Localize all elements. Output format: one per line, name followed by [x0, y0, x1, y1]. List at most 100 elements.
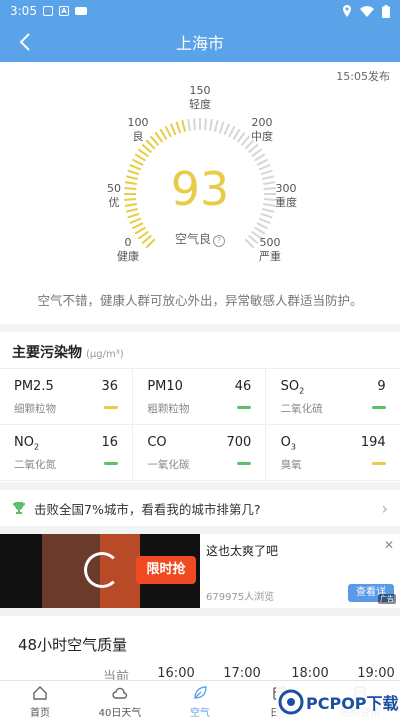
gauge-label-number: 200 — [251, 116, 273, 129]
battery-icon — [382, 4, 390, 18]
gauge-tick — [187, 118, 191, 131]
notification-square-icon — [42, 6, 53, 16]
gauge-tick — [258, 217, 271, 225]
aqi-level: 空气良? — [150, 230, 250, 247]
gauge-tick — [254, 153, 266, 162]
notification-more-icon — [74, 7, 87, 15]
gauge-tick — [254, 226, 266, 235]
pollutant-value: 46 — [234, 379, 252, 394]
pollutant-desc: 臭氧 — [280, 459, 302, 471]
pollutant-value: 194 — [360, 435, 386, 450]
pollutant-cell[interactable]: PM2.5 36 细颗粒物 — [0, 369, 133, 425]
gauge-tick — [164, 125, 172, 138]
gauge-tick — [256, 222, 269, 230]
leaf-icon — [194, 686, 207, 699]
hourly-time: 17:00 — [223, 666, 261, 681]
gauge-tick — [256, 158, 269, 166]
gauge-label-number: 50 — [107, 182, 121, 195]
gauge-tick — [137, 148, 149, 158]
gauge-tick — [251, 148, 263, 158]
gauge-label: 500 严重 — [250, 236, 290, 264]
pollutant-value: 9 — [377, 379, 386, 394]
pollutant-cell[interactable]: NO2 16 二氧化氮 — [0, 425, 133, 481]
back-button[interactable] — [10, 22, 40, 62]
hourly-title: 48小时空气质量 — [18, 636, 128, 654]
gauge-tick — [134, 226, 146, 235]
gauge-tick — [248, 143, 259, 154]
aqi-card: 15:05发布 0 健康 50 优 100 良 150 轻度 200 中度 300 重度 500 严重 9… — [0, 62, 400, 324]
watermark: PCPOP下载 — [276, 684, 400, 720]
page-title: 上海市 — [175, 34, 224, 53]
pollutant-level-bar — [237, 462, 252, 465]
pollutant-level-bar — [104, 406, 118, 409]
gauge-tick — [129, 163, 142, 171]
gauge-tick — [131, 222, 144, 230]
gauge-tick — [209, 118, 213, 131]
gauge-label-number: 300 — [275, 182, 297, 195]
pollutant-name: O3 — [280, 435, 296, 452]
gauge-tick — [127, 212, 140, 219]
pcpop-logo-icon — [278, 689, 304, 715]
pollutant-cell[interactable]: O3 194 臭氧 — [266, 425, 400, 481]
tab-label: 首页 — [30, 708, 50, 719]
gauge-tick — [141, 143, 152, 154]
pollutants-card: 主要污染物 (μg/m³) PM2.5 36 细颗粒物 PM10 46 粗颗粒物 SO2 9 二氧… — [0, 332, 400, 482]
gauge-tick — [218, 121, 225, 134]
gauge-label-number: 150 — [189, 84, 211, 97]
pollutant-cell[interactable]: CO 700 一氧化碳 — [133, 425, 267, 481]
pollutant-cell[interactable]: PM10 46 粗颗粒物 — [133, 369, 267, 425]
notification-a-icon: A — [58, 6, 69, 16]
ad-image[interactable]: 限时抢 — [0, 534, 200, 608]
city-rank-text: 击败全国7%城市，看看我的城市排第几? — [34, 501, 261, 517]
pollutant-cell[interactable]: SO2 9 二氧化硫 — [266, 369, 400, 425]
tab-leaf[interactable]: 空气 — [160, 681, 240, 720]
gauge-tick — [169, 123, 177, 136]
gauge-label-text: 重度 — [275, 196, 297, 209]
help-icon[interactable]: ? — [213, 235, 225, 247]
ad-title: 这也太爽了吧 — [206, 544, 279, 558]
pollutant-subscript: 2 — [299, 386, 305, 396]
tab-home[interactable]: 首页 — [0, 681, 80, 720]
health-advice: 空气不错，健康人群可放心外出，异常敏感人群适当防护。 — [37, 293, 363, 308]
gauge-tick — [204, 118, 207, 131]
advertisement[interactable]: 限时抢 这也太爽了吧 679975人浏览 ✕ 查看详 广告 — [0, 534, 400, 608]
pollutants-grid: PM2.5 36 细颗粒物 PM10 46 粗颗粒物 SO2 9 二氧化硫 NO2 16 二氧化氮 CO… — [0, 368, 400, 481]
pollutant-level-bar — [237, 406, 252, 409]
close-icon[interactable]: ✕ — [384, 538, 394, 552]
ad-banner-text: 限时抢 — [136, 556, 196, 584]
pollutant-desc: 二氧化硫 — [280, 403, 323, 415]
gauge-tick — [175, 121, 182, 134]
gauge-tick — [131, 158, 144, 166]
gauge-tick — [129, 217, 142, 225]
gauge-label-text: 轻度 — [189, 98, 211, 111]
pollutant-desc: 细颗粒物 — [14, 403, 56, 415]
gauge-tick — [232, 128, 241, 140]
aqi-level-text: 空气良 — [174, 232, 211, 246]
city-rank-banner[interactable]: 击败全国7%城市，看看我的城市排第几? › — [0, 490, 400, 526]
pollutant-name: CO — [147, 435, 167, 450]
gauge-tick — [228, 125, 236, 138]
gauge-tick — [261, 175, 275, 181]
gauge-label-text: 优 — [108, 196, 120, 209]
tab-label: 空气 — [190, 708, 210, 719]
gauge-label-number: 500 — [259, 236, 281, 249]
gauge-label: 300 重度 — [266, 182, 306, 210]
hourly-time: 19:00 — [357, 666, 395, 681]
gauge-tick — [193, 118, 196, 131]
pollutant-level-bar — [371, 462, 386, 465]
pollutant-value: 16 — [101, 435, 118, 450]
back-arrow-icon — [19, 33, 30, 51]
gauge-label-text: 严重 — [259, 250, 281, 263]
pollutant-value: 700 — [226, 435, 252, 450]
status-time: 3:05 — [10, 4, 37, 18]
gauge-tick — [258, 163, 271, 171]
gauge-label-text: 健康 — [117, 250, 139, 263]
gauge-label: 200 中度 — [242, 116, 282, 144]
pollutants-title-text: 主要污染物 — [12, 345, 82, 361]
gauge-tick — [125, 175, 139, 181]
pollutant-name: NO2 — [14, 435, 40, 452]
pollutant-desc: 一氧化碳 — [147, 459, 190, 471]
pollutant-name: PM10 — [147, 379, 183, 394]
tab-cloud[interactable]: 40日天气 — [80, 681, 160, 720]
gauge-label-number: 0 — [124, 236, 132, 249]
